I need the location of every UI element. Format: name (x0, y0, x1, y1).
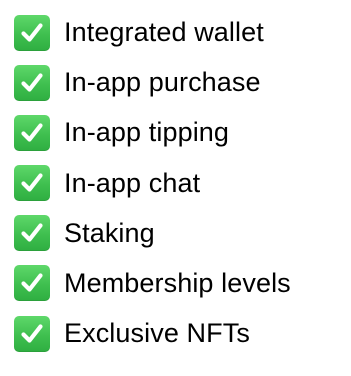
feature-label: In-app purchase (64, 67, 261, 98)
check-mark-icon (14, 165, 50, 202)
check-mark-icon (14, 265, 50, 302)
check-mark-icon (14, 215, 50, 252)
list-item: Exclusive NFTs (14, 315, 344, 352)
check-mark-icon (14, 64, 50, 101)
list-item: In-app tipping (14, 114, 344, 151)
list-item: In-app purchase (14, 64, 344, 101)
feature-list: Integrated wallet In-app purchase In-app… (14, 14, 344, 352)
check-mark-icon (14, 315, 50, 352)
check-mark-icon (14, 14, 50, 51)
feature-label: Exclusive NFTs (64, 318, 250, 349)
feature-label: In-app chat (64, 167, 201, 198)
list-item: Integrated wallet (14, 14, 344, 51)
check-mark-icon (14, 114, 50, 151)
list-item: In-app chat (14, 165, 344, 202)
list-item: Staking (14, 215, 344, 252)
feature-label: In-app tipping (64, 117, 230, 148)
feature-label: Staking (64, 217, 155, 248)
feature-label: Integrated wallet (64, 17, 264, 47)
feature-label: Membership levels (64, 267, 291, 298)
list-item: Membership levels (14, 265, 344, 302)
